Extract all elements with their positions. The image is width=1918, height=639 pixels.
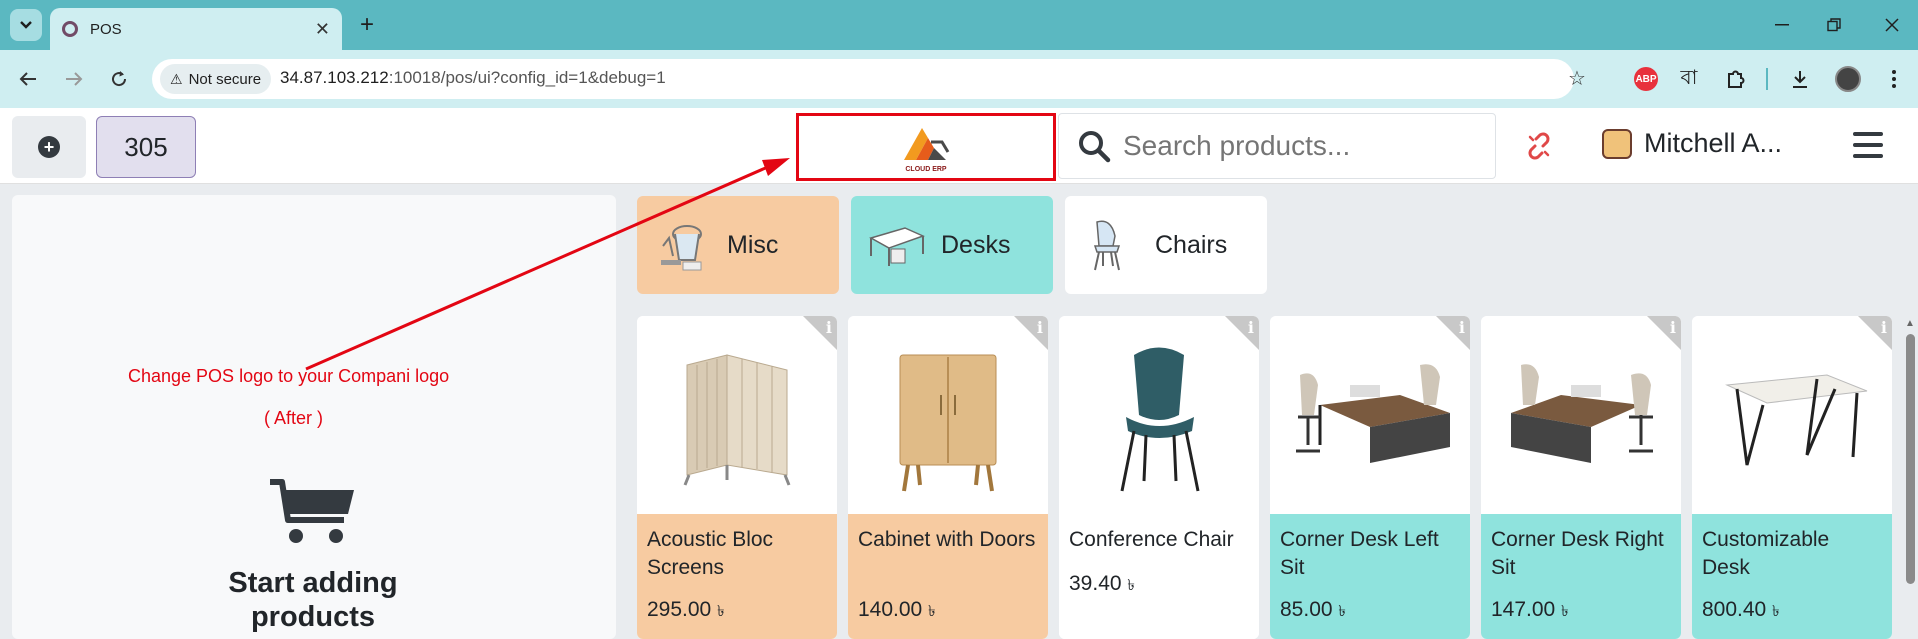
new-order-button[interactable]: + bbox=[12, 116, 86, 178]
tab-title: POS bbox=[90, 20, 122, 38]
minimize-button[interactable] bbox=[1762, 10, 1802, 40]
close-window-button[interactable] bbox=[1872, 10, 1912, 40]
product-label-area: Corner Desk Left Sit 85.00 ৳ bbox=[1270, 514, 1470, 639]
product-label-area: Customizable Desk 800.40 ৳ bbox=[1692, 514, 1892, 639]
product-label-area: Conference Chair 39.40 ৳ bbox=[1059, 514, 1259, 639]
cloud-erp-logo: CLOUD ERP bbox=[898, 122, 954, 173]
close-icon bbox=[1885, 18, 1899, 32]
bookmark-star-icon[interactable]: ☆ bbox=[1568, 66, 1586, 91]
product-name: Corner Desk Right Sit bbox=[1491, 528, 1664, 579]
product-label-area: Corner Desk Right Sit 147.00 ৳ bbox=[1481, 514, 1681, 639]
product-price: 140.00 ৳ bbox=[858, 598, 936, 621]
warning-icon: ⚠ bbox=[170, 70, 183, 87]
product-name: Corner Desk Left Sit bbox=[1280, 528, 1439, 579]
info-icon[interactable]: i bbox=[1459, 318, 1465, 337]
puzzle-icon[interactable] bbox=[1722, 65, 1750, 93]
restore-button[interactable] bbox=[1814, 10, 1854, 40]
product-search-box[interactable] bbox=[1058, 113, 1496, 179]
back-button[interactable] bbox=[12, 63, 44, 95]
product-price: 39.40 ৳ bbox=[1069, 572, 1135, 595]
chair-category-icon bbox=[1093, 220, 1121, 271]
reload-button[interactable] bbox=[103, 63, 135, 95]
toolbar-separator bbox=[1766, 68, 1768, 90]
product-name: Acoustic Bloc Screens bbox=[647, 528, 774, 579]
plus-circle-icon: + bbox=[38, 136, 60, 158]
empty-cart-title: Start adding products bbox=[228, 567, 398, 633]
cashier-name: Mitchell A... bbox=[1644, 128, 1783, 158]
arrow-right-icon bbox=[66, 72, 83, 86]
product-card[interactable]: i Acoustic Bloc Screens 295.00 ৳ bbox=[637, 316, 837, 639]
category-desks[interactable]: Desks bbox=[851, 196, 1053, 294]
product-list-scrollbar[interactable] bbox=[1906, 334, 1915, 584]
desk-category-icon bbox=[869, 227, 925, 266]
order-number-tab[interactable]: 305 bbox=[96, 116, 196, 178]
odoo-favicon-icon bbox=[62, 21, 78, 37]
product-price: 800.40 ৳ bbox=[1702, 598, 1780, 621]
product-card[interactable]: i Conference Chair 39.40 ৳ bbox=[1059, 316, 1259, 639]
product-card[interactable]: i Corner Desk Left Sit 85.00 ৳ bbox=[1270, 316, 1470, 639]
shopping-cart-icon bbox=[270, 479, 354, 543]
product-card[interactable]: i Cabinet with Doors 140.00 ৳ bbox=[848, 316, 1048, 639]
url-text[interactable]: 34.87.103.212:10018/pos/ui?config_id=1&d… bbox=[280, 68, 666, 88]
company-logo: CLOUD ERP bbox=[796, 113, 1056, 181]
info-icon[interactable]: i bbox=[1248, 318, 1254, 337]
search-icon bbox=[1079, 131, 1111, 163]
cashier-avatar bbox=[1602, 128, 1632, 159]
product-price: 295.00 ৳ bbox=[647, 598, 725, 621]
minimize-icon bbox=[1775, 24, 1789, 26]
info-icon[interactable]: i bbox=[1037, 318, 1043, 337]
browser-menu-icon[interactable] bbox=[1880, 65, 1908, 93]
product-label-area: Acoustic Bloc Screens 295.00 ৳ bbox=[637, 514, 837, 639]
product-name: Cabinet with Doors bbox=[858, 528, 1036, 551]
url-host: 34.87.103.212 bbox=[280, 68, 389, 87]
arrow-left-icon bbox=[19, 72, 36, 86]
product-card[interactable]: i Corner Desk Right Sit 147.00 ৳ bbox=[1481, 316, 1681, 639]
product-card[interactable]: i Customizable Desk 800.40 ৳ bbox=[1692, 316, 1892, 639]
product-price: 85.00 ৳ bbox=[1280, 598, 1346, 621]
download-icon[interactable] bbox=[1786, 65, 1814, 93]
info-icon[interactable]: i bbox=[1670, 318, 1676, 337]
cashier-menu[interactable]: Mitchell A... bbox=[1602, 128, 1782, 159]
forward-button[interactable] bbox=[58, 63, 90, 95]
category-label: Chairs bbox=[1155, 230, 1228, 259]
logo-text: CLOUD ERP bbox=[905, 165, 947, 173]
hamburger-menu-icon[interactable] bbox=[1853, 132, 1883, 158]
reload-icon bbox=[112, 71, 127, 87]
category-label: Desks bbox=[941, 230, 1011, 259]
tab-close-icon[interactable]: ✕ bbox=[315, 19, 330, 40]
category-label: Misc bbox=[727, 230, 779, 259]
site-info-chip[interactable]: ⚠ Not secure bbox=[160, 64, 272, 94]
security-label: Not secure bbox=[188, 70, 262, 88]
bangla-icon[interactable]: বা bbox=[1675, 65, 1703, 93]
info-icon[interactable]: i bbox=[1881, 318, 1887, 337]
new-tab-button[interactable]: + bbox=[352, 10, 382, 40]
product-price: 147.00 ৳ bbox=[1491, 598, 1569, 621]
annotation-text: Change POS logo to your Compani logo bbox=[128, 366, 450, 386]
product-name: Conference Chair bbox=[1069, 528, 1234, 551]
search-input[interactable] bbox=[1123, 130, 1483, 162]
misc-category-icon bbox=[661, 225, 702, 271]
restore-icon bbox=[1827, 18, 1841, 32]
unlink-icon[interactable] bbox=[1524, 131, 1554, 161]
category-chairs[interactable]: Chairs bbox=[1065, 196, 1267, 294]
url-path: :10018/pos/ui?config_id=1&debug=1 bbox=[388, 68, 666, 87]
category-misc[interactable]: Misc bbox=[637, 196, 839, 294]
scroll-up-arrow-icon[interactable]: ▲ bbox=[1905, 318, 1915, 329]
chevron-down-icon bbox=[20, 21, 32, 29]
browser-tab[interactable]: POS ✕ bbox=[50, 8, 342, 50]
profile-avatar[interactable] bbox=[1834, 65, 1862, 93]
product-name: Customizable Desk bbox=[1702, 528, 1830, 579]
product-label-area: Cabinet with Doors 140.00 ৳ bbox=[848, 514, 1048, 639]
info-icon[interactable]: i bbox=[826, 318, 832, 337]
abp-icon[interactable]: ABP bbox=[1634, 67, 1658, 91]
tab-search-button[interactable] bbox=[10, 9, 42, 41]
annotation-subtext: ( After ) bbox=[264, 408, 324, 428]
